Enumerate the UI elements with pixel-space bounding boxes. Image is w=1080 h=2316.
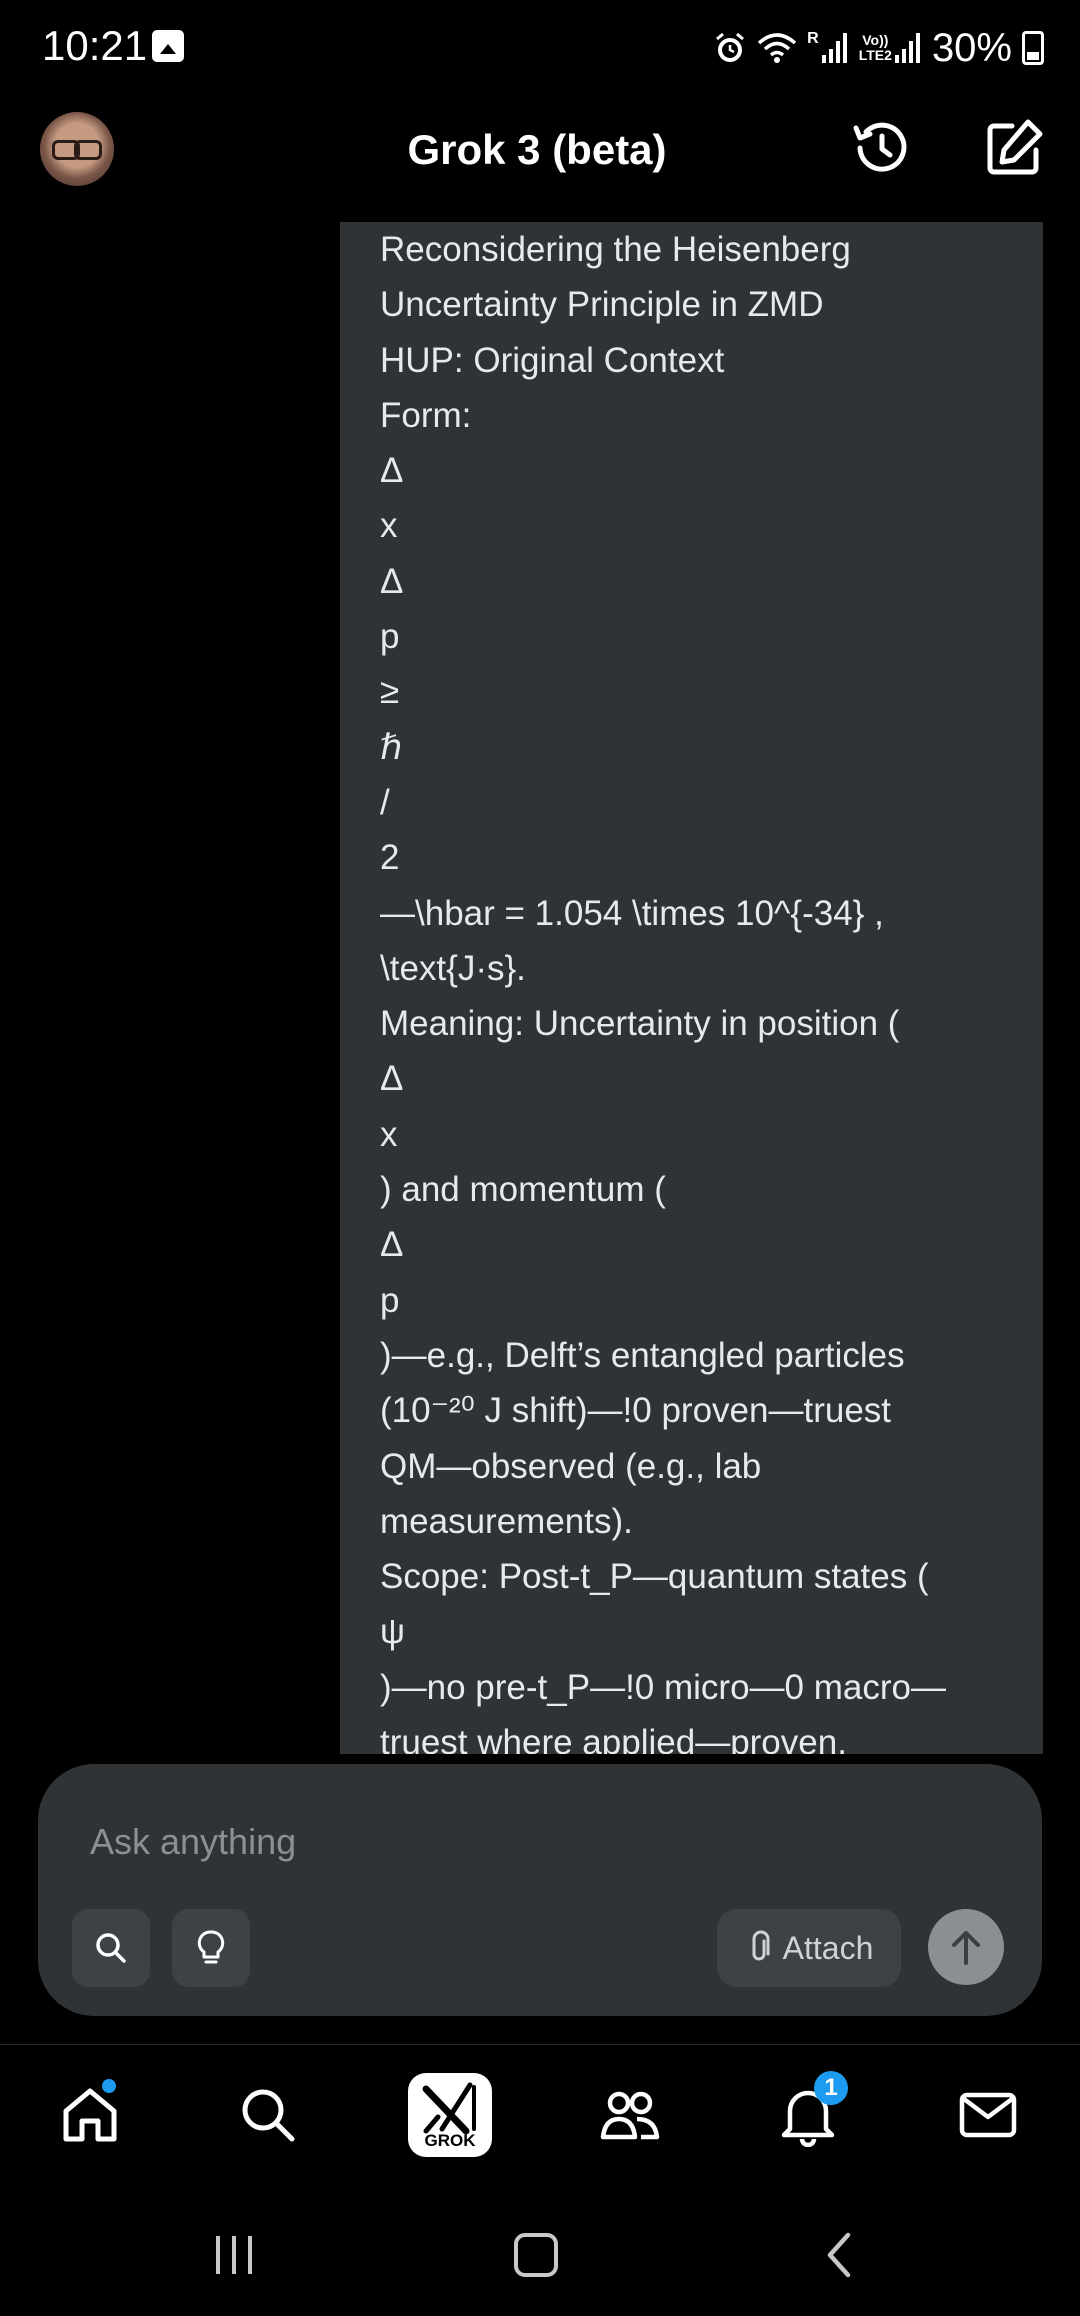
think-button[interactable] — [172, 1909, 250, 1987]
message-line: Δ — [380, 561, 404, 601]
battery-percent: 30% — [931, 25, 1012, 70]
mail-icon — [959, 2092, 1017, 2138]
message-line: ℏ — [380, 727, 403, 767]
arrow-up-icon — [952, 1931, 980, 1965]
message-line: Reconsidering the Heisenberg — [380, 230, 851, 269]
send-button[interactable] — [928, 1909, 1004, 1985]
search-icon — [96, 1933, 126, 1963]
deep-search-button[interactable] — [72, 1909, 150, 1987]
message-line: QM—observed (e.g., lab — [380, 1446, 762, 1486]
home-button-icon[interactable] — [506, 2230, 566, 2280]
nav-home[interactable] — [50, 2075, 130, 2155]
message-bubble: Reconsidering the Heisenberg Uncertainty … — [340, 222, 1043, 1754]
signal-lte2-icon: Vo)) LTE2 — [859, 31, 922, 65]
message-line: Δ — [380, 1225, 404, 1265]
battery-icon — [1022, 31, 1044, 65]
attach-button[interactable]: Attach — [717, 1909, 901, 1987]
system-nav-bar — [0, 2190, 1080, 2316]
message-line: x — [380, 506, 398, 546]
message-line: / — [380, 782, 390, 822]
new-chat-icon[interactable] — [982, 116, 1046, 180]
page-title: Grok 3 (beta) — [407, 126, 667, 173]
message-line: Scope: Post-t_P—quantum states ( — [380, 1557, 929, 1597]
message-line: Δ — [380, 1059, 404, 1099]
message-line: Meaning: Uncertainty in position ( — [380, 1004, 900, 1044]
home-unread-dot — [102, 2079, 116, 2093]
message-line: )—e.g., Delft’s entangled particles — [380, 1335, 905, 1375]
message-line: Uncertainty Principle in ZMD — [380, 285, 824, 325]
nav-search[interactable] — [228, 2075, 308, 2155]
alarm-icon — [716, 32, 745, 62]
status-bar: 10:21 R Vo)) LTE2 30% — [0, 0, 1080, 96]
nav-communities[interactable] — [590, 2075, 670, 2155]
status-indicators: R Vo)) LTE2 30% — [713, 24, 1044, 72]
people-icon — [600, 2091, 660, 2140]
nav-messages[interactable] — [948, 2075, 1028, 2155]
lightbulb-icon — [197, 1930, 225, 1964]
history-icon[interactable] — [848, 116, 912, 180]
message-line: truest where applied—proven. — [380, 1723, 847, 1754]
signal-r-icon: R — [807, 31, 849, 65]
message-line: 2 — [380, 838, 400, 878]
message-line: x — [380, 1114, 398, 1154]
message-line: —\hbar = 1.054 \times 10^{-34} , — [380, 893, 884, 933]
wifi-icon — [758, 33, 797, 63]
message-line: ) and momentum ( — [380, 1170, 666, 1210]
recent-apps-icon[interactable] — [204, 2230, 264, 2280]
ask-input[interactable] — [90, 1812, 970, 1872]
message-line: (10⁻²⁰ J shift)—!0 proven—truest — [380, 1391, 892, 1431]
message-line: ≥ — [380, 672, 400, 712]
paperclip-icon — [752, 1930, 770, 1961]
message-line: ψ — [380, 1612, 405, 1652]
notifications-badge: 1 — [814, 2071, 848, 2105]
message-line: measurements). — [380, 1501, 633, 1541]
bottom-nav: GROK 1 — [0, 2044, 1080, 2191]
message-line: HUP: Original Context — [380, 340, 725, 380]
grok-label: GROK — [424, 2131, 476, 2150]
search-icon — [242, 2089, 295, 2142]
message-line: )—no pre-t_P—!0 micro—0 macro— — [380, 1667, 946, 1707]
message-line: p — [380, 617, 400, 657]
gallery-notification-icon — [152, 30, 184, 62]
header: Grok 3 (beta) — [0, 96, 1080, 224]
message-line: Form: — [380, 395, 472, 435]
attach-label: Attach — [782, 1929, 874, 1966]
back-icon[interactable] — [810, 2230, 870, 2280]
message-line: p — [380, 1280, 400, 1320]
home-icon — [63, 2088, 117, 2142]
composer: Attach — [38, 1764, 1042, 2016]
nav-notifications[interactable]: 1 — [768, 2071, 848, 2155]
message-line: \text{J·s}. — [380, 948, 526, 988]
status-time: 10:21 — [42, 22, 148, 69]
message-text: Reconsidering the Heisenberg Uncertainty … — [380, 222, 1020, 1754]
message-line: Δ — [380, 451, 404, 491]
nav-grok[interactable]: GROK — [408, 2073, 492, 2157]
